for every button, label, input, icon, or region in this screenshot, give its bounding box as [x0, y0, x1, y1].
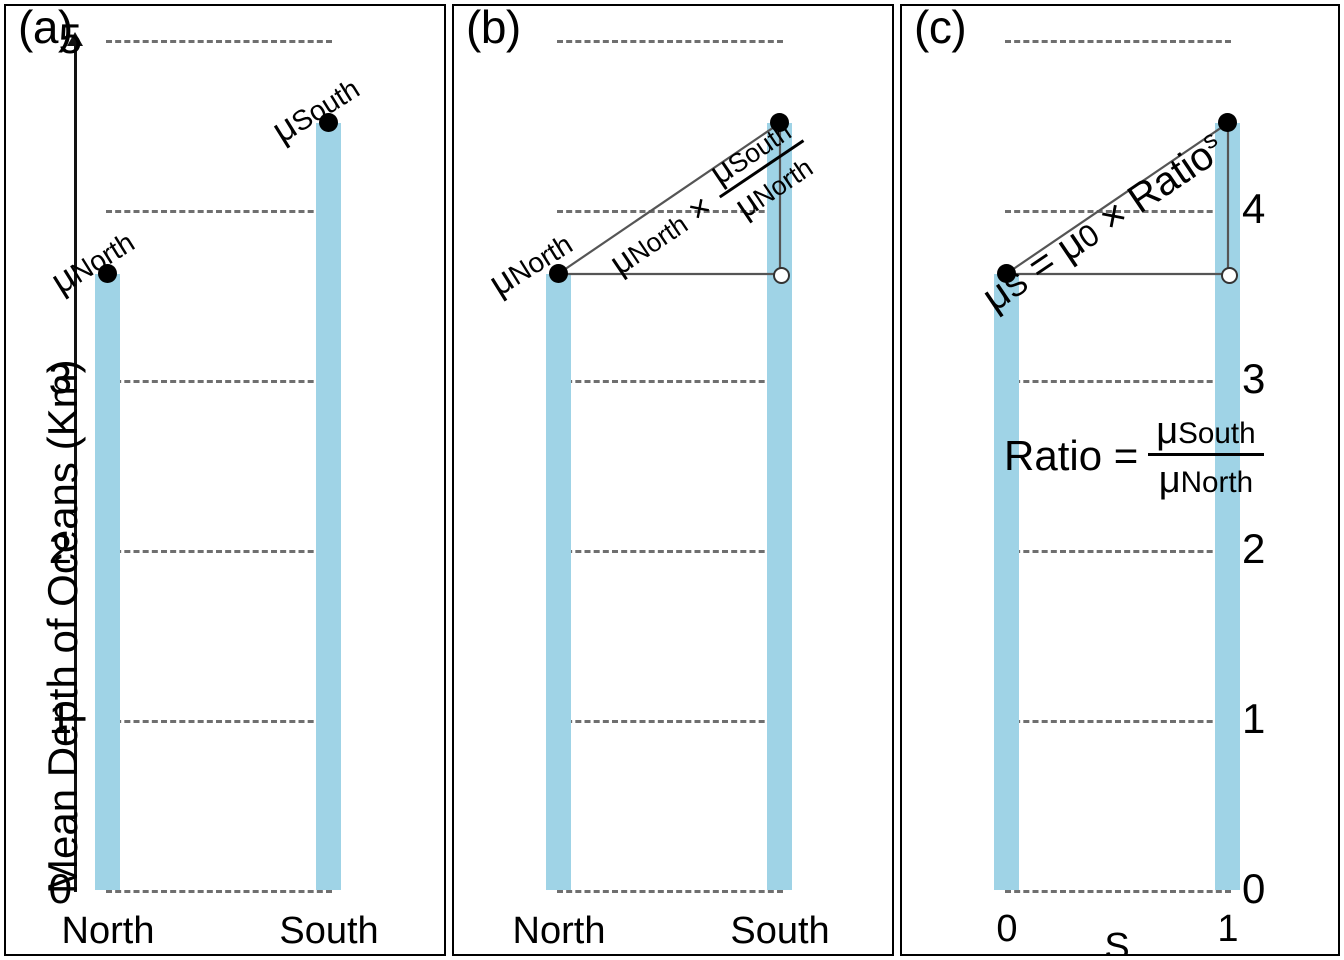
ratio-den-sub: North [1180, 466, 1254, 499]
ratio-definition-formula: Ratio = μSouth μNorth [1004, 412, 1264, 499]
bar-north [95, 274, 120, 890]
panel-b: (b) μNorth μNorth × μSouth μNorth North … [452, 4, 894, 956]
ratio-num-mu: μ [1156, 410, 1179, 452]
panel-c-label: (c) [914, 4, 967, 53]
x-axis-title: S [1104, 926, 1130, 956]
gridline-2 [106, 550, 332, 553]
gridline-3 [1005, 380, 1231, 383]
panel-b-formula: μNorth × μSouth μNorth [594, 107, 829, 300]
formula-times: × [680, 187, 719, 231]
gridline-5 [557, 40, 783, 43]
gridline-3 [557, 380, 783, 383]
gridline-1 [557, 720, 783, 723]
gridline-5 [1005, 40, 1231, 43]
panel-b-label: (b) [466, 4, 521, 53]
ytick-right-1: 1 [1242, 695, 1266, 742]
panel-c-formula: μS = μ0 × Ratios [975, 126, 1231, 320]
xtick-south: South [279, 910, 379, 952]
bar-south [316, 123, 341, 890]
ratio-num-sub: South [1178, 417, 1256, 450]
gridline-1 [106, 720, 332, 723]
ytick-right-2: 2 [1242, 525, 1266, 572]
mu-north-label: μNorth [43, 222, 140, 301]
gridline-2 [557, 550, 783, 553]
ytick-right-0: 0 [1242, 865, 1266, 912]
marker-open-reference [1221, 267, 1238, 284]
ratio-den-mu: μ [1158, 459, 1181, 501]
ratio-fraction: μSouth μNorth [1148, 410, 1264, 499]
marker-open-reference [773, 267, 790, 284]
panel-b-connectors [557, 122, 782, 276]
ratio-denominator: μNorth [1148, 456, 1263, 499]
gridline-0 [1005, 890, 1231, 893]
gridline-5 [106, 40, 332, 43]
panel-a: (a) 5 3 2 1 0 Mean Depth of Oceans (Km) … [4, 4, 446, 956]
gridline-4 [106, 210, 332, 213]
ytick-right-4: 4 [1242, 185, 1266, 232]
formula-lead-sub: North [622, 208, 694, 270]
y-axis-title: Mean Depth of Oceans (Km) [39, 359, 86, 894]
gridline-1 [1005, 720, 1231, 723]
bar-north [546, 274, 571, 890]
figure-root: (a) 5 3 2 1 0 Mean Depth of Oceans (Km) … [0, 0, 1344, 960]
ytick-right-3: 3 [1242, 355, 1266, 402]
xtick-north: North [512, 910, 606, 952]
marker-mu-s1 [1218, 113, 1237, 132]
xtick-north: North [61, 910, 155, 952]
gridline-2 [1005, 550, 1231, 553]
gridline-0 [106, 890, 332, 893]
ratio-lhs: Ratio = [1004, 431, 1139, 479]
ratio-numerator: μSouth [1148, 410, 1264, 456]
xtick-south: South [730, 910, 830, 952]
bar-s0 [994, 274, 1019, 890]
gridline-0 [557, 890, 783, 893]
bar-s1 [1215, 123, 1240, 890]
formula-fraction: μSouth μNorth [698, 109, 825, 228]
bar-south [767, 123, 792, 890]
gridline-3 [106, 380, 332, 383]
ytick-5: 5 [58, 15, 82, 62]
